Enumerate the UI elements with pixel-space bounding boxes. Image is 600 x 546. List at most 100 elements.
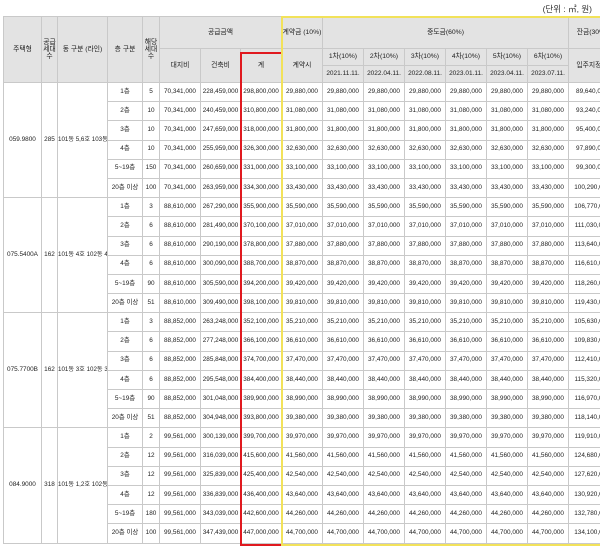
installment-6-cell: 37,470,000 <box>528 351 569 370</box>
floor-cell: 5~19층 <box>108 505 143 524</box>
installment-4-cell: 35,210,000 <box>446 313 487 332</box>
installment-3-cell: 39,810,000 <box>405 294 446 313</box>
balance-cell: 134,100,000 <box>569 524 600 543</box>
balance-cell: 119,910,000 <box>569 428 600 447</box>
installment-4-cell: 38,440,000 <box>446 370 487 389</box>
total-cell: 298,800,000 <box>241 83 282 102</box>
installment-6-cell: 39,380,000 <box>528 409 569 428</box>
installment-3-cell: 44,700,000 <box>405 524 446 543</box>
units-cell: 180 <box>143 505 160 524</box>
installment-1-cell: 38,870,000 <box>323 255 364 274</box>
land-cell: 70,341,000 <box>160 83 201 102</box>
land-cell: 88,852,000 <box>160 332 201 351</box>
installment-4-cell: 36,610,000 <box>446 332 487 351</box>
installment-5-cell: 29,880,000 <box>487 83 528 102</box>
building-cell: 228,459,000 <box>201 83 241 102</box>
installment-1-cell: 44,260,000 <box>323 505 364 524</box>
units-cell: 12 <box>143 447 160 466</box>
land-cell: 70,341,000 <box>160 121 201 140</box>
header-date-4: 2023.01.11. <box>446 66 487 83</box>
units-cell: 51 <box>143 409 160 428</box>
table-body: 059.9800285101동 5,6호 103동 5,6호 104동 5,6호… <box>4 83 600 544</box>
installment-4-cell: 37,470,000 <box>446 351 487 370</box>
land-cell: 99,561,000 <box>160 447 201 466</box>
dong-cell: 101동 5,6호 103동 5,6호 104동 5,6호 105동 5,6호 … <box>58 83 108 198</box>
contract-cell: 37,010,000 <box>282 217 323 236</box>
installment-5-cell: 39,380,000 <box>487 409 528 428</box>
installment-5-cell: 35,210,000 <box>487 313 528 332</box>
installment-3-cell: 36,610,000 <box>405 332 446 351</box>
installment-3-cell: 37,880,000 <box>405 236 446 255</box>
land-cell: 88,610,000 <box>160 255 201 274</box>
header-installment-6: 6차(10%) <box>528 49 569 66</box>
installment-6-cell: 33,430,000 <box>528 178 569 197</box>
contract-cell: 39,810,000 <box>282 294 323 313</box>
installment-6-cell: 44,700,000 <box>528 524 569 543</box>
installment-2-cell: 38,870,000 <box>364 255 405 274</box>
land-cell: 70,341,000 <box>160 178 201 197</box>
total-cell: 425,400,000 <box>241 466 282 485</box>
installment-5-cell: 38,870,000 <box>487 255 528 274</box>
supply-units-cell: 162 <box>42 313 58 428</box>
installment-4-cell: 39,380,000 <box>446 409 487 428</box>
total-cell: 310,800,000 <box>241 102 282 121</box>
installment-1-cell: 36,610,000 <box>323 332 364 351</box>
contract-cell: 31,800,000 <box>282 121 323 140</box>
units-cell: 10 <box>143 102 160 121</box>
building-cell: 290,190,000 <box>201 236 241 255</box>
installment-5-cell: 37,470,000 <box>487 351 528 370</box>
land-cell: 88,610,000 <box>160 198 201 217</box>
installment-2-cell: 37,880,000 <box>364 236 405 255</box>
supply-units-cell: 162 <box>42 198 58 313</box>
balance-cell: 132,780,000 <box>569 505 600 524</box>
dong-cell: 101동 1,2호 102동 1,2호 103동 1,2호 104동 1,2호 … <box>58 428 108 543</box>
land-cell: 88,610,000 <box>160 236 201 255</box>
installment-3-cell: 38,990,000 <box>405 390 446 409</box>
floor-cell: 4층 <box>108 140 143 159</box>
installment-1-cell: 31,080,000 <box>323 102 364 121</box>
building-cell: 336,839,000 <box>201 485 241 504</box>
land-cell: 70,341,000 <box>160 102 201 121</box>
table-row: 059.9800285101동 5,6호 103동 5,6호 104동 5,6호… <box>4 83 600 102</box>
balance-cell: 116,970,000 <box>569 390 600 409</box>
building-cell: 325,839,000 <box>201 466 241 485</box>
land-cell: 88,610,000 <box>160 217 201 236</box>
total-cell: 331,000,000 <box>241 159 282 178</box>
installment-5-cell: 39,810,000 <box>487 294 528 313</box>
balance-cell: 118,260,000 <box>569 274 600 293</box>
total-cell: 378,800,000 <box>241 236 282 255</box>
floor-cell: 2층 <box>108 447 143 466</box>
installment-3-cell: 35,210,000 <box>405 313 446 332</box>
header-balance: 잔금(30%) <box>569 17 600 49</box>
installment-4-cell: 29,880,000 <box>446 83 487 102</box>
header-middle: 중도금(60%) <box>323 17 569 49</box>
installment-6-cell: 43,640,000 <box>528 485 569 504</box>
installment-5-cell: 32,630,000 <box>487 140 528 159</box>
installment-6-cell: 35,210,000 <box>528 313 569 332</box>
units-cell: 3 <box>143 198 160 217</box>
units-cell: 10 <box>143 121 160 140</box>
land-cell: 99,561,000 <box>160 524 201 543</box>
floor-cell: 2층 <box>108 332 143 351</box>
installment-3-cell: 44,260,000 <box>405 505 446 524</box>
installment-6-cell: 41,560,000 <box>528 447 569 466</box>
header-total: 계 <box>241 49 282 83</box>
total-cell: 366,100,000 <box>241 332 282 351</box>
contract-cell: 39,970,000 <box>282 428 323 447</box>
header-dong: 동 구분 (라인) <box>58 17 108 83</box>
installment-1-cell: 44,700,000 <box>323 524 364 543</box>
contract-cell: 35,590,000 <box>282 198 323 217</box>
floor-cell: 1층 <box>108 313 143 332</box>
units-cell: 51 <box>143 294 160 313</box>
installment-5-cell: 39,420,000 <box>487 274 528 293</box>
land-cell: 88,852,000 <box>160 351 201 370</box>
balance-cell: 130,920,000 <box>569 485 600 504</box>
installment-4-cell: 42,540,000 <box>446 466 487 485</box>
installment-4-cell: 43,640,000 <box>446 485 487 504</box>
total-cell: 389,900,000 <box>241 390 282 409</box>
balance-cell: 113,640,000 <box>569 236 600 255</box>
installment-3-cell: 31,080,000 <box>405 102 446 121</box>
header-type: 주택형 <box>4 17 42 83</box>
table-header: 주택형 공급 세대 수 동 구분 (라인) 층 구분 해당 세대수 공급금액 계… <box>4 17 600 83</box>
contract-cell: 38,440,000 <box>282 370 323 389</box>
